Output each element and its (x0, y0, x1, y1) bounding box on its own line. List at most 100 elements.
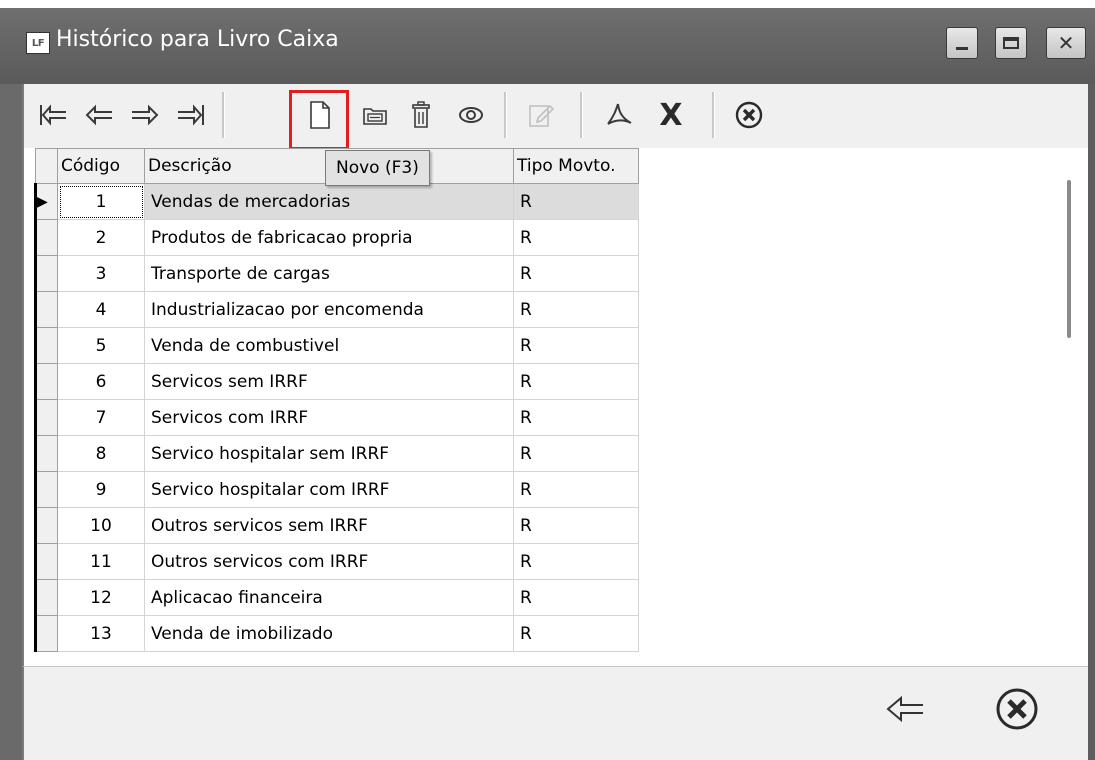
cell-codigo[interactable]: 12 (57, 579, 145, 616)
cell-descricao[interactable]: Outros servicos com IRRF (144, 543, 514, 580)
first-record-button[interactable] (30, 90, 76, 140)
row-indicator[interactable] (34, 471, 58, 508)
table-row[interactable]: 8 Servico hospitalar sem IRRF R (34, 435, 639, 472)
folder-edit-icon (363, 108, 387, 125)
cell-tipo[interactable]: R (513, 615, 639, 652)
cell-descricao[interactable]: Aplicacao financeira (144, 579, 514, 616)
cell-descricao[interactable]: Servico hospitalar com IRRF (144, 471, 514, 508)
row-indicator[interactable] (34, 435, 58, 472)
cell-descricao[interactable]: Vendas de mercadorias (144, 183, 514, 220)
cell-tipo[interactable]: R (513, 507, 639, 544)
cell-codigo[interactable]: 2 (57, 219, 145, 256)
row-indicator[interactable] (34, 291, 58, 328)
row-indicator[interactable] (34, 363, 58, 400)
confirm-button[interactable] (518, 90, 564, 140)
pdf-icon (607, 103, 632, 125)
cell-descricao[interactable]: Servicos com IRRF (144, 399, 514, 436)
table-row[interactable]: ▶ 1 Vendas de mercadorias R (34, 183, 639, 220)
cell-tipo[interactable]: R (513, 543, 639, 580)
cell-descricao[interactable]: Transporte de cargas (144, 255, 514, 292)
cell-codigo[interactable]: 3 (57, 255, 145, 292)
minimize-button[interactable] (946, 27, 978, 59)
cell-codigo[interactable]: 8 (57, 435, 145, 472)
right-arrow-icon (132, 104, 159, 126)
table-body: ▶ 1 Vendas de mercadorias R 2 Produtos de fab… (34, 183, 639, 652)
previous-record-button[interactable] (76, 90, 122, 140)
cell-descricao[interactable]: Outros servicos sem IRRF (144, 507, 514, 544)
cell-codigo[interactable]: 7 (57, 399, 145, 436)
cell-tipo[interactable]: R (513, 183, 639, 220)
row-indicator[interactable] (34, 543, 58, 580)
last-record-button[interactable] (168, 90, 214, 140)
table-row[interactable]: 11 Outros servicos com IRRF R (34, 543, 639, 580)
title-bar[interactable]: LF Histórico para Livro Caixa ✕ (0, 0, 1095, 84)
row-indicator[interactable] (34, 615, 58, 652)
cell-tipo[interactable]: R (513, 363, 639, 400)
row-indicator[interactable] (34, 327, 58, 364)
table-row[interactable]: 13 Venda de imobilizado R (34, 615, 639, 652)
table-row[interactable]: 3 Transporte de cargas R (34, 255, 639, 292)
pdf-button[interactable] (596, 90, 642, 140)
cell-codigo[interactable]: 9 (57, 471, 145, 508)
row-indicator[interactable] (34, 255, 58, 292)
cell-descricao[interactable]: Venda de combustivel (144, 327, 514, 364)
last-arrow-icon (178, 104, 204, 126)
cell-descricao[interactable]: Industrializacao por encomenda (144, 291, 514, 328)
cell-tipo[interactable]: R (513, 219, 639, 256)
next-record-button[interactable] (122, 90, 168, 140)
edit-button[interactable] (352, 90, 398, 140)
table-row[interactable]: 5 Venda de combustivel R (34, 327, 639, 364)
close-icon: ✕ (1057, 31, 1075, 55)
toolbar-separator (504, 92, 507, 138)
view-button[interactable] (448, 90, 494, 140)
column-header-codigo[interactable]: Código (57, 148, 145, 184)
cell-codigo[interactable]: 6 (57, 363, 145, 400)
cell-codigo[interactable]: 11 (57, 543, 145, 580)
table-row[interactable]: 12 Aplicacao financeira R (34, 579, 639, 616)
back-button[interactable] (876, 683, 934, 735)
cell-tipo[interactable]: R (513, 255, 639, 292)
toolbar: X (22, 84, 1088, 150)
table-row[interactable]: 2 Produtos de fabricacao propria R (34, 219, 639, 256)
excel-button[interactable]: X (648, 90, 694, 140)
cell-descricao[interactable]: Venda de imobilizado (144, 615, 514, 652)
vertical-scrollbar[interactable] (1067, 180, 1071, 338)
cell-tipo[interactable]: R (513, 435, 639, 472)
cell-tipo[interactable]: R (513, 327, 639, 364)
row-indicator[interactable] (34, 399, 58, 436)
table-row[interactable]: 6 Servicos sem IRRF R (34, 363, 639, 400)
excel-x-icon: X (659, 97, 683, 133)
cell-descricao[interactable]: Servicos sem IRRF (144, 363, 514, 400)
close-toolbar-button[interactable] (726, 90, 772, 140)
minimize-icon (956, 46, 968, 50)
pencil-icon (529, 104, 554, 127)
toolbar-separator (580, 92, 583, 138)
cell-tipo[interactable]: R (513, 471, 639, 508)
row-indicator[interactable]: ▶ (34, 183, 58, 220)
cell-codigo[interactable]: 1 (57, 183, 145, 220)
row-indicator[interactable] (34, 219, 58, 256)
cell-tipo[interactable]: R (513, 291, 639, 328)
cell-codigo[interactable]: 13 (57, 615, 145, 652)
first-arrow-icon (40, 104, 66, 126)
maximize-button[interactable] (995, 27, 1027, 59)
cell-codigo[interactable]: 5 (57, 327, 145, 364)
cell-descricao[interactable]: Servico hospitalar sem IRRF (144, 435, 514, 472)
table-row[interactable]: 7 Servicos com IRRF R (34, 399, 639, 436)
cell-tipo[interactable]: R (513, 579, 639, 616)
delete-button[interactable] (398, 90, 444, 140)
table-row[interactable]: 4 Industrializacao por encomenda R (34, 291, 639, 328)
toolbar-separator (712, 92, 715, 138)
cell-codigo[interactable]: 4 (57, 291, 145, 328)
window-title: Histórico para Livro Caixa (56, 27, 339, 52)
cell-codigo[interactable]: 10 (57, 507, 145, 544)
row-indicator[interactable] (34, 507, 58, 544)
close-button[interactable] (988, 683, 1046, 735)
cell-descricao[interactable]: Produtos de fabricacao propria (144, 219, 514, 256)
table-row[interactable]: 10 Outros servicos sem IRRF R (34, 507, 639, 544)
cell-tipo[interactable]: R (513, 399, 639, 436)
window-close-button[interactable]: ✕ (1046, 27, 1086, 59)
row-indicator[interactable] (34, 579, 58, 616)
table-row[interactable]: 9 Servico hospitalar com IRRF R (34, 471, 639, 508)
column-header-tipo[interactable]: Tipo Movto. (513, 148, 639, 184)
